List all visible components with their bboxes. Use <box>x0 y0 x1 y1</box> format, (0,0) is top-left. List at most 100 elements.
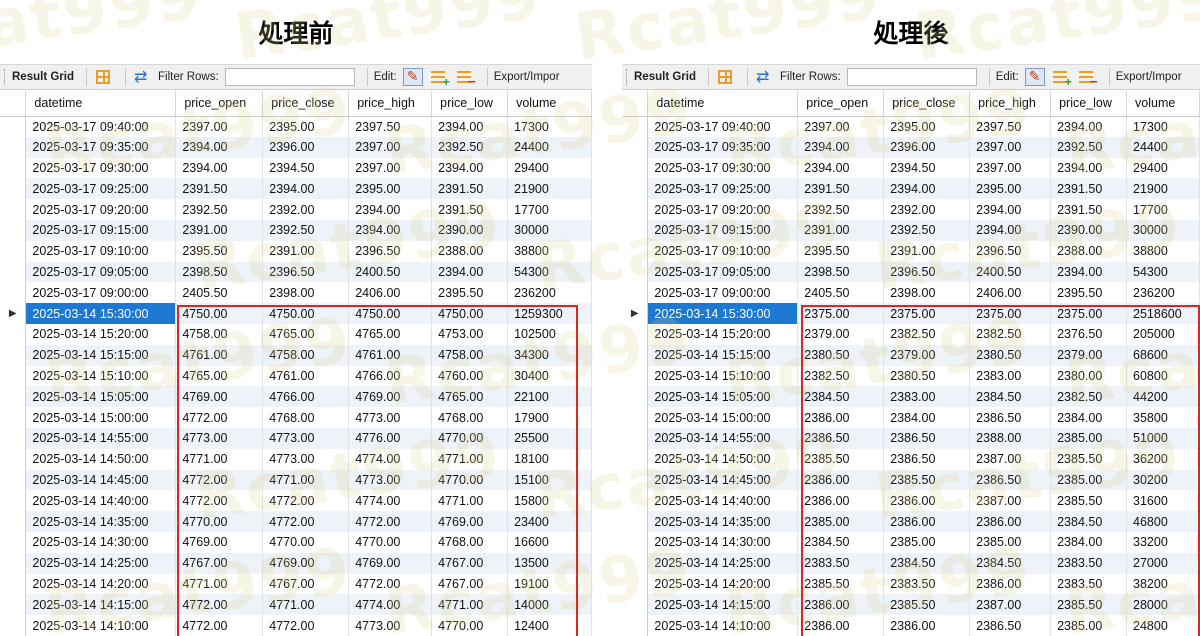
cell-price-open[interactable]: 4772.00 <box>175 407 264 428</box>
cell-price-open[interactable]: 4761.00 <box>175 344 264 366</box>
cell-price-close[interactable]: 2383.00 <box>883 386 971 408</box>
cell-price-close[interactable]: 4769.00 <box>262 552 350 574</box>
cell-price-close[interactable]: 4772.00 <box>262 511 350 532</box>
table-row[interactable]: 2025-03-14 14:55:00 4773.00 4773.00 4776.00… <box>0 427 592 449</box>
refresh-icon[interactable] <box>132 67 152 87</box>
cell-price-high[interactable]: 2386.50 <box>969 615 1052 636</box>
cell-datetime[interactable]: 2025-03-14 14:20:00 <box>25 573 177 595</box>
table-row[interactable]: 2025-03-14 14:40:00 4772.00 4772.00 4774.00… <box>0 490 592 512</box>
cell-price-low[interactable]: 2392.50 <box>431 136 509 158</box>
cell-price-close[interactable]: 4767.00 <box>262 573 350 595</box>
cell-datetime[interactable]: 2025-03-14 14:25:00 <box>25 552 177 574</box>
table-row[interactable]: 2025-03-14 15:20:00 2379.00 2382.50 2382.50… <box>622 323 1200 345</box>
cell-price-open[interactable]: 2384.50 <box>797 531 885 553</box>
cell-price-low[interactable]: 4760.00 <box>431 365 509 387</box>
table-row[interactable]: 2025-03-14 15:20:00 4758.00 4765.00 4765.00… <box>0 323 592 345</box>
row-selector[interactable] <box>0 344 27 366</box>
cell-price-high[interactable]: 2394.00 <box>969 199 1052 220</box>
row-selector[interactable] <box>0 323 27 345</box>
add-row-icon[interactable] <box>428 68 450 89</box>
table-row[interactable]: 2025-03-14 15:05:00 2384.50 2383.00 2384.50… <box>622 386 1200 408</box>
cell-datetime[interactable]: 2025-03-14 15:10:00 <box>25 365 177 387</box>
row-selector[interactable] <box>622 116 649 137</box>
table-row[interactable]: 2025-03-14 14:25:00 2383.50 2384.50 2384.50… <box>622 552 1200 574</box>
cell-price-open[interactable]: 2397.00 <box>797 116 885 137</box>
cell-volume[interactable]: 51000 <box>1126 427 1200 449</box>
cell-price-close[interactable]: 2382.50 <box>883 323 971 345</box>
table-row[interactable]: 2025-03-17 09:30:00 2394.00 2394.50 2397.00… <box>622 157 1200 179</box>
cell-price-open[interactable]: 4750.00 <box>175 303 264 324</box>
cell-price-open[interactable]: 2394.00 <box>797 136 885 158</box>
cell-price-high[interactable]: 2394.00 <box>969 219 1052 241</box>
cell-volume[interactable]: 12400 <box>507 615 592 636</box>
cell-price-high[interactable]: 2397.00 <box>348 157 433 179</box>
cell-datetime[interactable]: 2025-03-14 14:50:00 <box>647 448 799 470</box>
cell-price-high[interactable]: 2384.50 <box>969 552 1052 574</box>
row-selector[interactable] <box>622 594 649 616</box>
cell-price-close[interactable]: 2384.00 <box>883 407 971 428</box>
table-row[interactable]: 2025-03-14 14:45:00 2386.00 2385.50 2386.50… <box>622 469 1200 491</box>
cell-price-low[interactable]: 4767.00 <box>431 573 509 595</box>
cell-price-close[interactable]: 2383.50 <box>883 573 971 595</box>
table-row[interactable]: 2025-03-17 09:20:00 2392.50 2392.00 2394.00… <box>622 199 1200 220</box>
row-selector[interactable] <box>0 365 27 387</box>
cell-datetime[interactable]: 2025-03-17 09:35:00 <box>25 136 177 158</box>
cell-datetime[interactable]: 2025-03-17 09:15:00 <box>25 219 177 241</box>
table-row[interactable]: 2025-03-14 14:10:00 2386.00 2386.00 2386.50… <box>622 615 1200 636</box>
column-header-price-close[interactable]: price_close <box>883 91 971 117</box>
row-selector[interactable] <box>0 386 27 408</box>
cell-price-close[interactable]: 2396.00 <box>883 136 971 158</box>
cell-datetime[interactable]: 2025-03-17 09:20:00 <box>25 199 177 220</box>
cell-price-high[interactable]: 2400.50 <box>348 261 433 283</box>
cell-price-low[interactable]: 2379.00 <box>1050 344 1128 366</box>
cell-price-low[interactable]: 4771.00 <box>431 448 509 470</box>
cell-volume[interactable]: 17300 <box>1126 116 1200 137</box>
cell-price-low[interactable]: 4771.00 <box>431 594 509 616</box>
cell-price-high[interactable]: 4761.00 <box>348 344 433 366</box>
cell-price-low[interactable]: 2395.50 <box>431 282 509 304</box>
row-selector[interactable] <box>0 427 27 449</box>
cell-price-open[interactable]: 2398.50 <box>797 261 885 283</box>
cell-datetime[interactable]: 2025-03-17 09:15:00 <box>647 219 799 241</box>
cell-price-open[interactable]: 2397.00 <box>175 116 264 137</box>
cell-price-high[interactable]: 2387.00 <box>969 490 1052 512</box>
cell-datetime[interactable]: 2025-03-17 09:05:00 <box>25 261 177 283</box>
row-selector[interactable] <box>622 469 649 491</box>
table-row[interactable]: 2025-03-14 14:20:00 2385.50 2383.50 2386.00… <box>622 573 1200 595</box>
filter-rows-input[interactable] <box>224 68 355 86</box>
cell-price-low[interactable]: 4769.00 <box>431 511 509 532</box>
row-selector[interactable] <box>0 552 27 574</box>
cell-price-low[interactable]: 2394.00 <box>1050 116 1128 137</box>
cell-volume[interactable]: 17900 <box>507 407 592 428</box>
cell-price-high[interactable]: 2386.00 <box>969 511 1052 532</box>
cell-datetime[interactable]: 2025-03-17 09:40:00 <box>647 116 799 137</box>
table-row[interactable]: 2025-03-14 14:25:00 4767.00 4769.00 4769.00… <box>0 552 592 574</box>
cell-price-close[interactable]: 2394.50 <box>883 157 971 179</box>
cell-price-close[interactable]: 2386.00 <box>883 490 971 512</box>
cell-price-low[interactable]: 4753.00 <box>431 323 509 345</box>
cell-datetime[interactable]: 2025-03-17 09:40:00 <box>25 116 177 137</box>
cell-price-high[interactable]: 2385.00 <box>969 531 1052 553</box>
table-row[interactable]: 2025-03-14 15:00:00 4772.00 4768.00 4773.00… <box>0 407 592 428</box>
row-selector[interactable] <box>0 615 27 636</box>
cell-price-close[interactable]: 2392.00 <box>262 199 350 220</box>
cell-price-close[interactable]: 2394.00 <box>262 178 350 200</box>
table-row[interactable]: 2025-03-14 14:10:00 4772.00 4772.00 4773.00… <box>0 615 592 636</box>
cell-datetime[interactable]: 2025-03-17 09:30:00 <box>25 157 177 179</box>
cell-price-high[interactable]: 2382.50 <box>969 323 1052 345</box>
export-import-button[interactable]: Export/Impor <box>1116 71 1182 83</box>
cell-volume[interactable]: 28000 <box>1126 594 1200 616</box>
cell-price-high[interactable]: 2406.00 <box>348 282 433 304</box>
cell-datetime[interactable]: 2025-03-17 09:35:00 <box>647 136 799 158</box>
cell-price-low[interactable]: 2384.00 <box>1050 531 1128 553</box>
cell-price-open[interactable]: 2386.00 <box>797 407 885 428</box>
cell-datetime[interactable]: 2025-03-14 15:15:00 <box>25 344 177 366</box>
cell-price-close[interactable]: 4771.00 <box>262 469 350 491</box>
cell-volume[interactable]: 236200 <box>507 282 592 304</box>
cell-price-close[interactable]: 2395.00 <box>883 116 971 137</box>
cell-datetime[interactable]: 2025-03-14 15:20:00 <box>647 323 799 345</box>
table-row[interactable]: 2025-03-17 09:00:00 2405.50 2398.00 2406.00… <box>622 282 1200 304</box>
cell-datetime[interactable]: 2025-03-14 15:05:00 <box>647 386 799 408</box>
cell-price-close[interactable]: 2375.00 <box>883 303 971 324</box>
cell-volume[interactable]: 38800 <box>1126 240 1200 262</box>
